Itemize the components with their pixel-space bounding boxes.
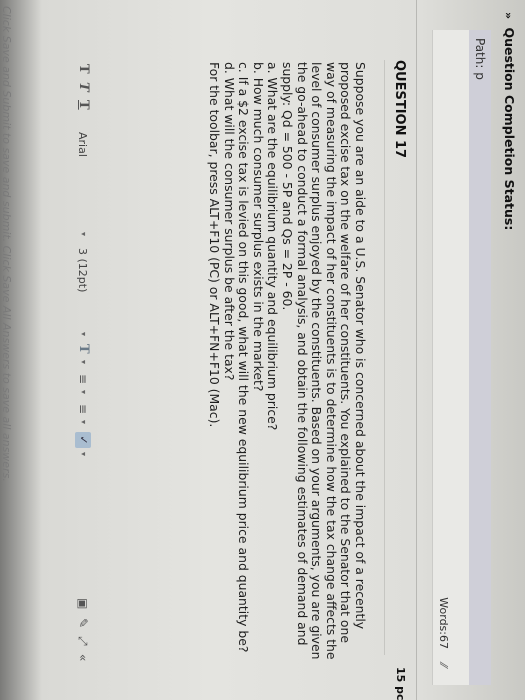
question-body: Suppose you are an aide to a U.S. Senato… [206, 62, 368, 670]
question-line: supply: Qd = 500 - 5P and Qs = 2P - 60. [280, 62, 296, 311]
question-page: » Question Completion Status: Path: p Wo… [0, 0, 525, 700]
question-completion-status[interactable]: » Question Completion Status: [502, 12, 517, 230]
fullscreen-icon[interactable]: ⤢ [75, 636, 90, 646]
path-label: Path: p [473, 38, 487, 80]
question-title: QUESTION 17 [392, 60, 407, 159]
question-part-b: b. How much consumer surplus exists in t… [250, 62, 266, 392]
chevron-down-icon[interactable]: ▾ [79, 360, 88, 364]
editor-path-bar: Path: p [468, 30, 491, 685]
chevron-down-icon[interactable]: ▾ [79, 452, 88, 456]
editor-toolbar: T T T Arial ▾ 3 (12pt) ▾ T ▾ ≡ ▾ ≡ ▾ ✓ ▾… [71, 62, 91, 662]
insert-image-icon[interactable]: ▣ [76, 598, 90, 609]
underline-button[interactable]: T [76, 100, 91, 110]
font-size-select[interactable]: 3 (12pt) [76, 248, 89, 292]
question-divider [384, 60, 385, 655]
question-part-a: a. What are the equilibrium quantity and… [265, 62, 281, 431]
chevron-down-icon[interactable]: ▾ [79, 390, 88, 394]
question-line: Suppose you are an aide to a U.S. Senato… [353, 62, 368, 630]
question-points: 15 pc [394, 667, 407, 700]
font-family-select[interactable]: Arial [76, 132, 89, 157]
question-line: the go-ahead to conduct a formal analysi… [294, 62, 310, 646]
text-color-button[interactable]: T [76, 344, 91, 354]
toolbar-hint: For the toolbar, press ALT+F10 (PC) or A… [207, 62, 223, 428]
bullet-list-icon[interactable]: ≡ [76, 374, 90, 384]
question-line: way of measuring the impact of her const… [323, 62, 339, 660]
bold-button[interactable]: T [76, 64, 91, 74]
status-title: Question Completion Status: [502, 27, 517, 231]
editor-status-bar: Words:67 ⁄⁄ [432, 30, 469, 685]
screenshot-photo: » Question Completion Status: Path: p Wo… [0, 0, 525, 700]
section-divider [416, 0, 417, 700]
resize-handle-icon[interactable]: ⁄⁄ [437, 663, 450, 667]
question-line: level of consumer surplus enjoyed by the… [309, 62, 325, 660]
italic-button[interactable]: T [76, 82, 91, 92]
chevron-down-icon[interactable]: ▾ [79, 420, 88, 424]
collapse-icon[interactable]: « [76, 654, 90, 661]
question-line: proposed excise tax on the welfare of he… [338, 62, 354, 643]
numbered-list-icon[interactable]: ≡ [76, 404, 90, 414]
pencil-icon[interactable]: ✎ [76, 618, 90, 628]
chevron-down-icon[interactable]: ▾ [79, 232, 88, 236]
question-part-c: c. If a $2 excise tax is levied on this … [236, 62, 252, 653]
spellcheck-icon[interactable]: ✓ [75, 432, 91, 448]
chevron-down-icon[interactable]: ▾ [79, 332, 88, 336]
question-part-d: d. What will the consumer surplus be aft… [221, 62, 237, 381]
word-count: Words:67 [437, 597, 450, 649]
chevron-right-icon[interactable]: » [502, 12, 515, 19]
save-instructions: Click Save and Submit to save and submit… [0, 6, 13, 482]
